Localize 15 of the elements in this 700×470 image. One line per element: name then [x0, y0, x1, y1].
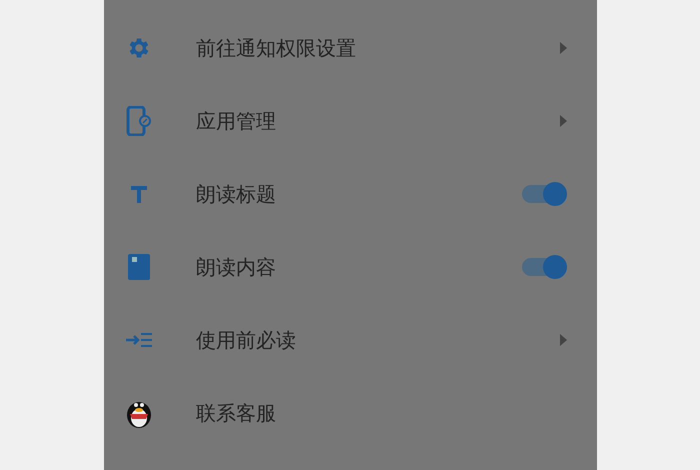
book-icon [128, 254, 150, 280]
chevron-right-icon [560, 42, 567, 54]
menu-item-label[interactable]: 联系客服 [196, 398, 276, 428]
text-icon [129, 184, 149, 204]
toggle-switch[interactable] [522, 182, 567, 206]
menu-item-label[interactable]: 朗读内容 [196, 252, 276, 282]
menu-item-label[interactable]: 使用前必读 [196, 324, 296, 354]
toggle-switch[interactable] [522, 254, 567, 278]
menu-item-label[interactable]: 前往通知权限设置 [196, 32, 356, 62]
menu-item-label[interactable]: 应用管理 [196, 106, 276, 136]
menu-item-label[interactable]: 朗读标题 [196, 178, 276, 208]
phone-icon [126, 106, 152, 136]
chevron-right-icon [560, 334, 567, 346]
chevron-right-icon [560, 114, 567, 126]
arrow-list-icon [125, 332, 153, 348]
